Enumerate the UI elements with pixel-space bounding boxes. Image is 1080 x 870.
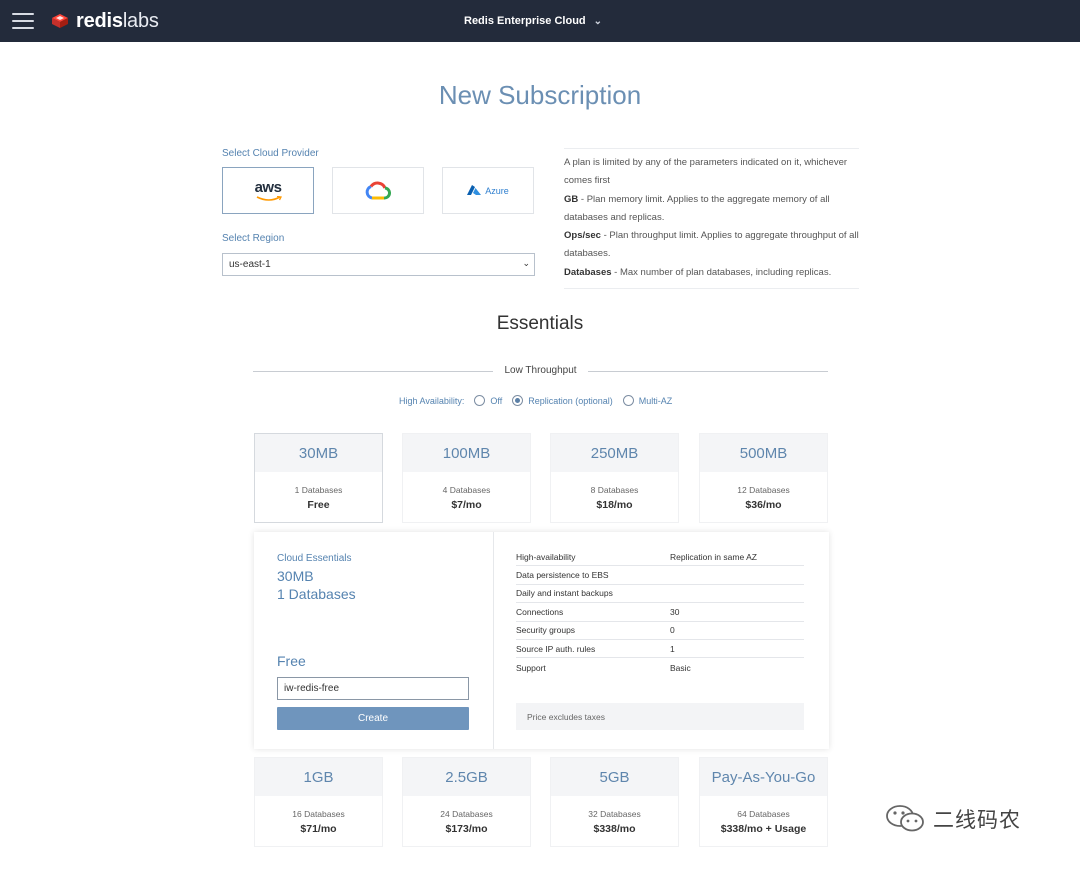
ha-multi-az-label[interactable]: Multi-AZ <box>639 396 673 406</box>
plan-size: Pay-As-You-Go <box>700 758 827 796</box>
ha-multi-az-radio[interactable] <box>622 395 634 406</box>
plan-price: Free <box>307 499 330 511</box>
region-label: Select Region <box>222 233 285 244</box>
spec-row: Source IP auth. rules 1 <box>516 640 804 659</box>
region-value: us-east-1 <box>229 259 271 270</box>
info-gb: GB - Plan memory limit. Applies to the a… <box>564 193 830 223</box>
plan-databases: 24 Databases <box>440 809 493 819</box>
divider-right <box>588 371 828 372</box>
plan-detail-panel: Cloud Essentials 30MB 1 Databases Free i… <box>254 532 829 749</box>
plan-tier-label: Cloud Essentials <box>277 553 352 564</box>
google-cloud-icon <box>365 181 391 199</box>
chevron-down-icon: ⌄ <box>593 15 603 27</box>
spec-row: High-availability Replication in same AZ <box>516 548 804 567</box>
cloud-provider-label: Select Cloud Provider <box>222 148 319 159</box>
plan-size: 5GB <box>551 758 678 796</box>
spec-row: Security groups 0 <box>516 622 804 640</box>
plan-summary-size: 30MB <box>277 568 314 584</box>
hamburger-menu-icon[interactable] <box>12 13 34 29</box>
watermark-text: 二线码农 <box>933 808 1021 832</box>
spec-row: Daily and instant backups <box>516 585 804 604</box>
region-select[interactable]: us-east-1 ⌄ <box>222 253 535 276</box>
logo-text: redislabs <box>76 9 159 32</box>
subscription-name-input[interactable]: iw-redis-free <box>277 677 469 700</box>
tax-note: Price excludes taxes <box>516 703 804 730</box>
ha-replication-label[interactable]: Replication (optional) <box>528 396 613 406</box>
provider-azure-button[interactable]: Azure <box>442 167 534 214</box>
plan-databases: 4 Databases <box>442 485 491 495</box>
divider-left <box>253 371 493 372</box>
plan-size: 2.5GB <box>403 758 530 796</box>
redis-cube-icon <box>52 14 68 28</box>
plan-card-500mb[interactable]: 500MB 12 Databases $36/mo <box>699 433 828 523</box>
azure-icon <box>467 185 482 195</box>
plan-price: $36/mo <box>745 499 782 511</box>
plan-databases: 8 Databases <box>590 485 639 495</box>
plan-price: $173/mo <box>445 823 488 835</box>
plan-price: $71/mo <box>300 823 337 835</box>
provider-aws-button[interactable]: aws <box>222 167 314 214</box>
info-databases: Databases - Max number of plan databases… <box>564 266 832 278</box>
plan-card-250mb[interactable]: 250MB 8 Databases $18/mo <box>550 433 679 523</box>
azure-label: Azure <box>485 185 509 196</box>
plan-card-2-5gb[interactable]: 2.5GB 24 Databases $173/mo <box>402 757 531 847</box>
plan-price: $338/mo + Usage <box>720 823 807 835</box>
plan-spec-table: High-availability Replication in same AZ … <box>516 548 804 677</box>
info-intro: A plan is limited by any of the paramete… <box>564 157 848 187</box>
high-availability-options: High Availability: Off Replication (opti… <box>399 395 672 406</box>
plan-card-1gb[interactable]: 1GB 16 Databases $71/mo <box>254 757 383 847</box>
essentials-heading: Essentials <box>496 313 584 334</box>
environment-label: Redis Enterprise Cloud <box>464 15 586 27</box>
plan-price: $338/mo <box>593 823 636 835</box>
ha-off-label[interactable]: Off <box>490 396 502 406</box>
ha-replication-radio[interactable] <box>512 395 524 406</box>
info-ops: Ops/sec - Plan throughput limit. Applies… <box>564 230 859 260</box>
plan-card-100mb[interactable]: 100MB 4 Databases $7/mo <box>402 433 531 523</box>
create-button[interactable]: Create <box>277 707 469 730</box>
throughput-label: Low Throughput <box>504 365 577 376</box>
spec-row: Support Basic <box>516 662 691 673</box>
ha-off-radio[interactable] <box>474 395 486 406</box>
plan-summary-price: Free <box>277 653 306 669</box>
watermark: 二线码农 <box>885 804 1021 834</box>
page-title: New Subscription <box>438 80 642 110</box>
plan-size: 250MB <box>551 434 678 472</box>
ha-label: High Availability: <box>399 395 465 406</box>
aws-logo-text: aws <box>254 179 282 196</box>
plan-databases: 1 Databases <box>294 485 343 495</box>
plan-price: $18/mo <box>596 499 633 511</box>
plan-price: $7/mo <box>451 499 482 511</box>
wechat-icon <box>886 805 924 832</box>
plan-size: 30MB <box>255 434 382 472</box>
plan-databases: 32 Databases <box>588 809 641 819</box>
plan-size: 500MB <box>700 434 827 472</box>
plan-card-30mb[interactable]: 30MB 1 Databases Free <box>254 433 383 523</box>
redislabs-logo[interactable]: redislabs <box>50 10 159 32</box>
top-navigation-bar: redislabs Redis Enterprise Cloud ⌄ <box>0 0 1080 42</box>
plan-summary: Cloud Essentials 30MB 1 Databases Free i… <box>254 532 493 749</box>
environment-dropdown[interactable]: Redis Enterprise Cloud ⌄ <box>464 15 602 27</box>
plan-card-5gb[interactable]: 5GB 32 Databases $338/mo <box>550 757 679 847</box>
plan-limits-info: A plan is limited by any of the paramete… <box>564 148 859 290</box>
aws-smile-icon <box>256 196 282 201</box>
provider-gcp-button[interactable] <box>332 167 424 214</box>
spec-row: Connections 30 <box>516 603 804 622</box>
plan-card-pay-as-you-go[interactable]: Pay-As-You-Go 64 Databases $338/mo + Usa… <box>699 757 828 847</box>
panel-divider <box>493 532 494 749</box>
plan-summary-databases: 1 Databases <box>277 586 356 602</box>
plan-databases: 16 Databases <box>292 809 345 819</box>
spec-row: Data persistence to EBS <box>516 566 804 585</box>
select-arrow-icon: ⌄ <box>522 258 530 268</box>
plan-size: 1GB <box>255 758 382 796</box>
plan-databases: 64 Databases <box>737 809 790 819</box>
plan-size: 100MB <box>403 434 530 472</box>
plan-databases: 12 Databases <box>737 485 790 495</box>
